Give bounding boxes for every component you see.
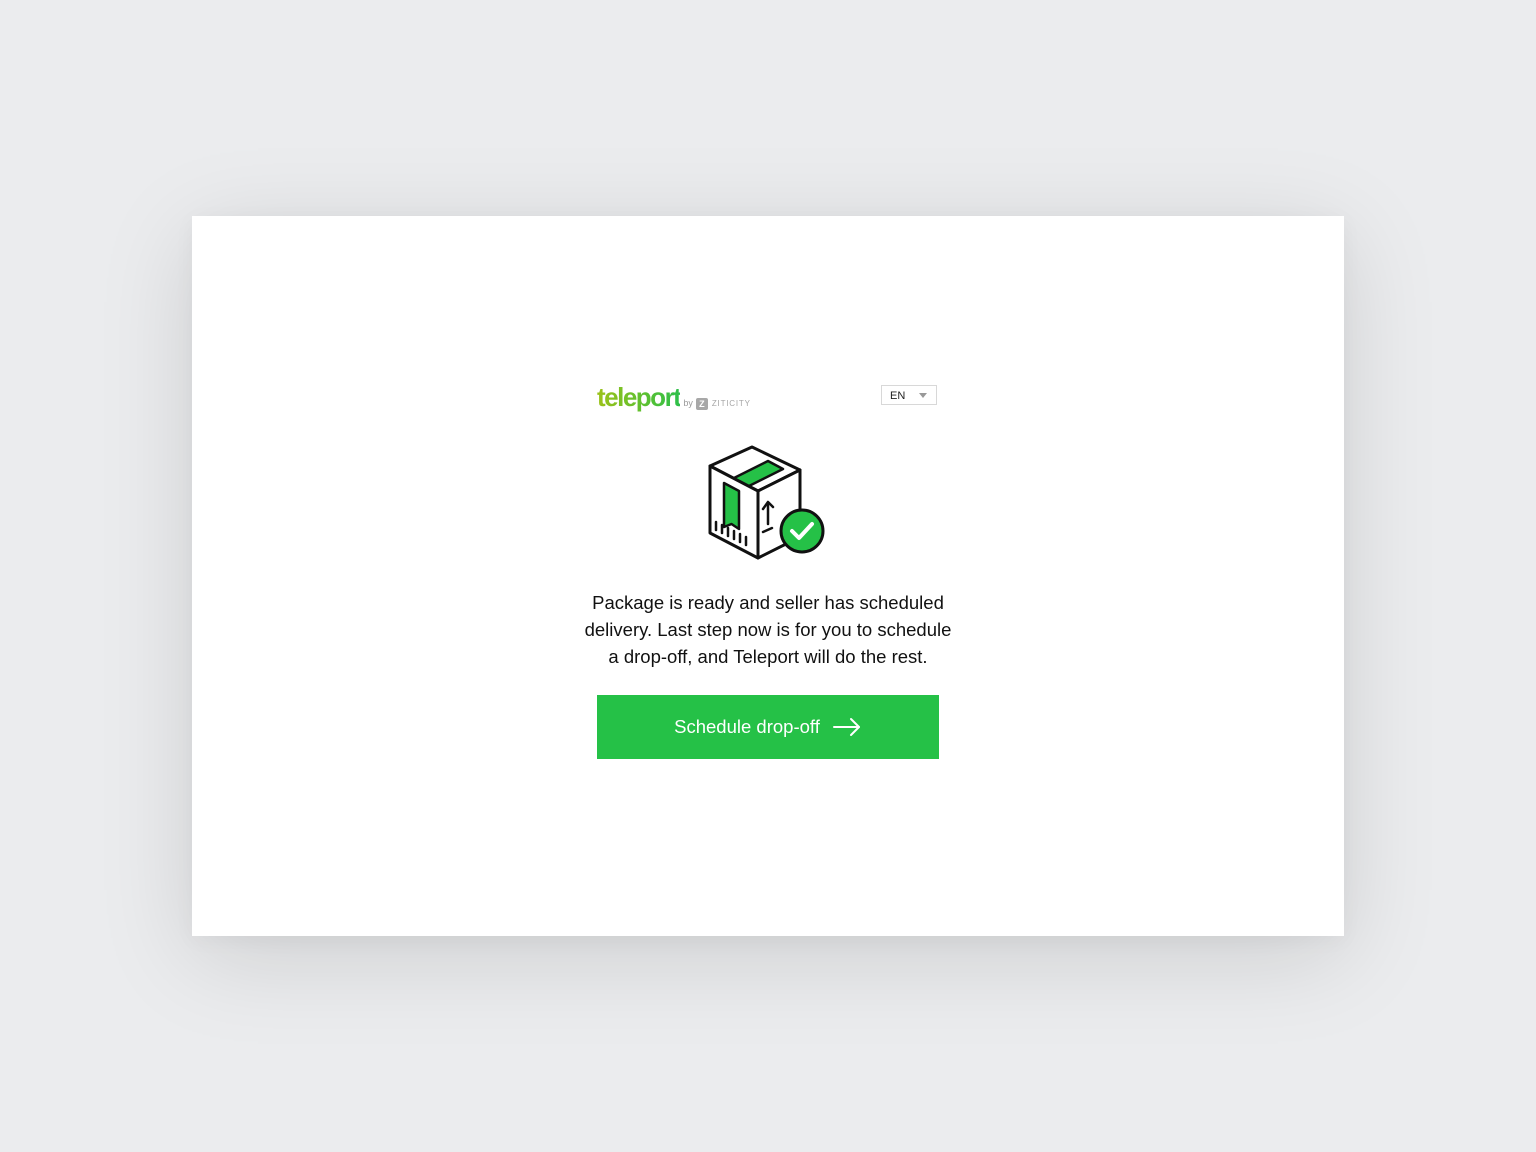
status-message: Package is ready and seller has schedule… bbox=[568, 589, 968, 670]
schedule-drop-off-button[interactable]: Schedule drop-off bbox=[597, 695, 939, 759]
status-message-line: Package is ready and seller has schedule… bbox=[592, 592, 944, 613]
ziticity-mark-icon: Z bbox=[695, 398, 708, 410]
language-select[interactable]: EN bbox=[881, 385, 937, 405]
teleport-logo: teleport by Z ZITICITY bbox=[597, 382, 751, 412]
schedule-drop-off-label: Schedule drop-off bbox=[674, 716, 820, 737]
arrow-right-icon bbox=[832, 717, 862, 737]
main-card: teleport by Z ZITICITY EN Package is rea… bbox=[192, 216, 1344, 936]
chevron-down-icon bbox=[919, 393, 927, 398]
package-ready-icon bbox=[706, 444, 830, 562]
status-message-line: a drop-off, and Teleport will do the res… bbox=[608, 646, 928, 667]
header: teleport by Z ZITICITY EN bbox=[597, 382, 939, 412]
language-select-value: EN bbox=[890, 390, 906, 402]
logo-wordmark: teleport bbox=[597, 382, 682, 412]
logo-by: by bbox=[683, 398, 693, 408]
status-message-line: delivery. Last step now is for you to sc… bbox=[584, 619, 952, 640]
logo-partner-name: ZITICITY bbox=[711, 399, 751, 408]
